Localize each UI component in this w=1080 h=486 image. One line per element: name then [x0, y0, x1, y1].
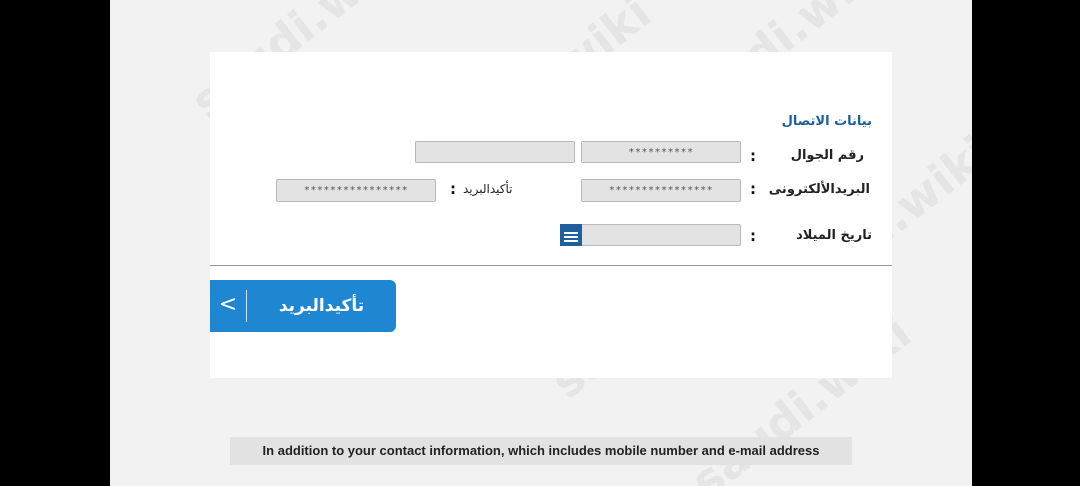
birth-date-label: تاريخ الميلاد [796, 228, 872, 243]
email-label: البريدالألكترونى [768, 182, 870, 197]
email-confirm-colon: : [450, 180, 456, 198]
contact-form-card: بيانات الاتصال رقم الجوال : البريدالألكت… [210, 52, 892, 378]
chevron-left-icon: < [210, 290, 247, 322]
mobile-colon: : [750, 147, 756, 165]
email-colon: : [750, 180, 756, 198]
email-confirm-label: تأكيدالبريد [463, 182, 513, 196]
mobile-label: رقم الجوال [790, 148, 864, 163]
page-background: saudi.wiki saudi.wiki saudi.wiki saudi.w… [110, 0, 972, 486]
mobile-prefix-field[interactable] [415, 141, 575, 163]
divider [210, 265, 892, 266]
birth-date-field[interactable] [581, 224, 741, 246]
confirm-email-button-label: تأكيدالبريد [278, 296, 365, 316]
mobile-field[interactable] [581, 141, 741, 163]
email-confirm-field[interactable] [276, 179, 436, 202]
section-title: بيانات الاتصال [781, 114, 872, 129]
birth-date-colon: : [750, 227, 756, 245]
caption-text: In addition to your contact information,… [230, 437, 852, 465]
calendar-icon[interactable] [560, 224, 582, 246]
email-field[interactable] [581, 179, 741, 202]
